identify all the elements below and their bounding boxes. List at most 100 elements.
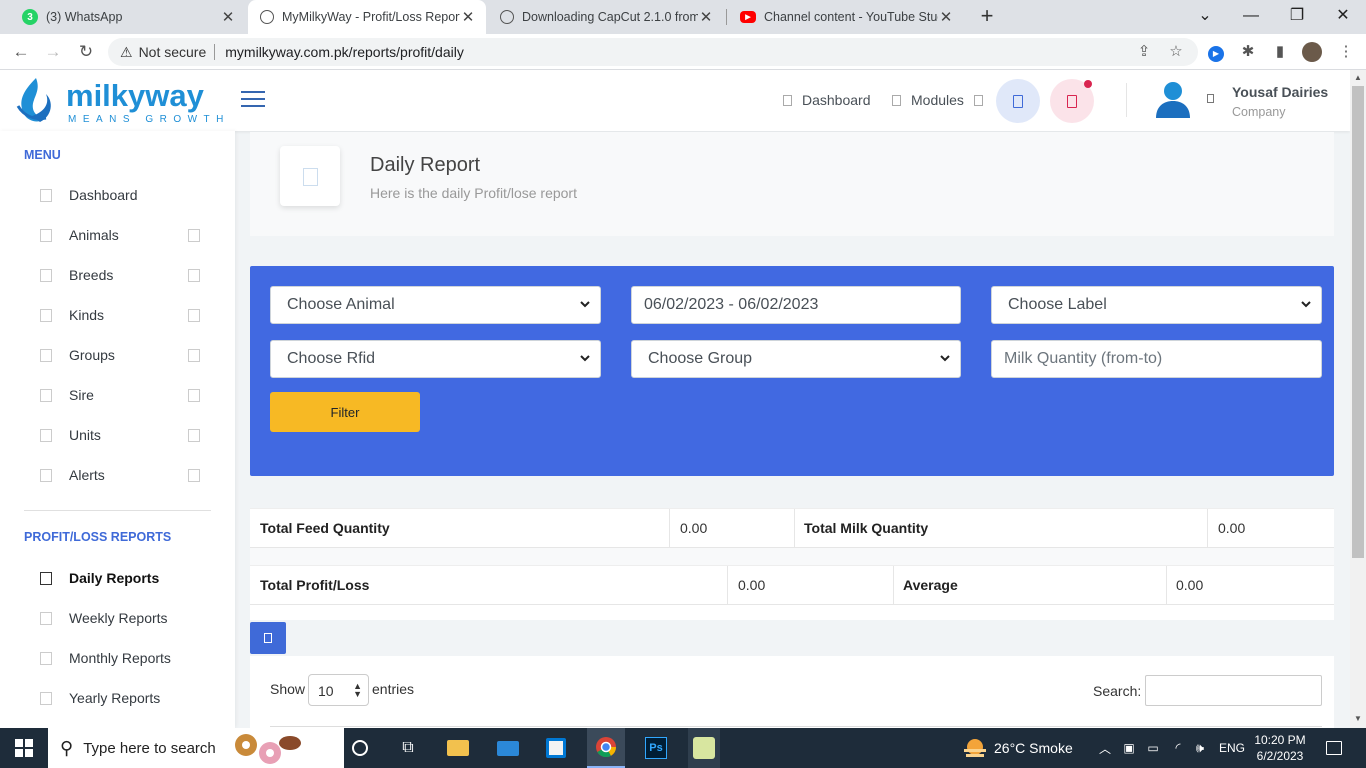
browser-menu-icon[interactable]: ⋮ xyxy=(1336,42,1356,62)
milk-quantity-input[interactable]: Milk Quantity (from-to) xyxy=(991,340,1322,378)
weather-text[interactable]: 26°C Smoke xyxy=(994,740,1073,756)
page-title: Daily Report xyxy=(370,154,481,176)
entries-select[interactable]: 10 ▲ ▼ xyxy=(308,674,369,706)
security-label[interactable]: Not secure xyxy=(139,44,207,60)
scroll-down-icon[interactable]: ▼ xyxy=(1350,714,1366,723)
notification-center-icon[interactable] xyxy=(1320,728,1348,768)
share-icon[interactable]: ⇪ xyxy=(1134,42,1154,62)
side-panel-icon[interactable]: ▮ xyxy=(1270,42,1290,62)
profile-avatar[interactable] xyxy=(1302,42,1322,62)
bookmark-star-icon[interactable]: ☆ xyxy=(1166,42,1186,62)
sidebar-item-dashboard[interactable]: Dashboard xyxy=(0,177,235,213)
globe-icon xyxy=(260,10,274,24)
chrome-icon[interactable] xyxy=(587,728,625,768)
milkyway-logo[interactable]: milkyway MEANS GROWTH xyxy=(14,76,229,128)
table-toggle-button[interactable] xyxy=(250,622,286,654)
sidebar-item-animals[interactable]: Animals xyxy=(0,217,235,253)
address-bar[interactable]: ⚠ Not secure mymilkyway.com.pk/reports/p… xyxy=(108,38,1198,66)
kinds-icon xyxy=(40,309,52,322)
tab-search-chevron-icon[interactable]: ⌄ xyxy=(1182,0,1228,34)
choose-rfid-select[interactable]: Choose Rfid xyxy=(270,340,601,378)
sidebar-item-label: Dashboard xyxy=(69,187,138,203)
close-icon[interactable]: ✕ xyxy=(460,8,476,26)
close-icon[interactable]: ✕ xyxy=(220,8,236,26)
tray-chevron-up-icon[interactable]: ︿ xyxy=(1096,728,1114,768)
user-avatar-icon[interactable] xyxy=(1155,80,1191,120)
volume-icon[interactable]: 🕪 xyxy=(1190,728,1210,768)
dashboard-icon xyxy=(783,94,792,106)
hamburger-menu-icon[interactable] xyxy=(241,91,265,107)
stats-row: Total Profit/Loss 0.00 Average 0.00 xyxy=(250,565,1334,605)
browser-tab-capcut[interactable]: Downloading CapCut 2.1.0 from ✕ xyxy=(488,0,724,34)
header-nav-modules[interactable]: Modules xyxy=(892,92,983,108)
store-icon[interactable] xyxy=(540,728,572,768)
sidebar-item-monthly-reports[interactable]: Monthly Reports xyxy=(0,640,235,676)
choose-animal-select[interactable]: Choose Animal xyxy=(270,286,601,324)
date-range-input[interactable]: 06/02/2023 - 06/02/2023 xyxy=(631,286,961,324)
scroll-up-icon[interactable]: ▲ xyxy=(1350,73,1366,82)
extensions-puzzle-icon[interactable]: ✱ xyxy=(1238,42,1258,62)
header-grid-button[interactable] xyxy=(996,79,1040,123)
window-close-icon[interactable]: ✕ xyxy=(1320,0,1366,34)
sidebar-item-breeds[interactable]: Breeds xyxy=(0,257,235,293)
windows-start-icon[interactable] xyxy=(0,728,48,768)
menu-heading: MENU xyxy=(24,148,61,162)
restore-icon[interactable]: ❐ xyxy=(1274,0,1320,34)
taskbar-search-box[interactable]: ⚲ Type here to search xyxy=(48,728,344,768)
sidebar-item-yearly-reports[interactable]: Yearly Reports xyxy=(0,680,235,716)
sidebar-item-units[interactable]: Units xyxy=(0,417,235,453)
dashboard-icon xyxy=(40,189,52,202)
user-name[interactable]: Yousaf Dairies xyxy=(1232,84,1328,100)
sidebar-item-groups[interactable]: Groups xyxy=(0,337,235,373)
close-icon[interactable]: ✕ xyxy=(698,8,714,26)
battery-icon[interactable]: ▭ xyxy=(1143,728,1163,768)
taskbar-search-placeholder: Type here to search xyxy=(83,739,216,757)
sidebar-item-weekly-reports[interactable]: Weekly Reports xyxy=(0,600,235,636)
photoshop-icon[interactable]: Ps xyxy=(640,728,672,768)
cortana-icon[interactable] xyxy=(344,728,376,768)
choose-group-select[interactable]: Choose Group xyxy=(631,340,961,378)
warning-icon[interactable]: ⚠ xyxy=(120,44,133,61)
language-indicator[interactable]: ENG xyxy=(1219,741,1245,755)
sidebar-item-label: Yearly Reports xyxy=(69,690,161,706)
minimize-icon[interactable]: — xyxy=(1228,0,1274,34)
sidebar-item-kinds[interactable]: Kinds xyxy=(0,297,235,333)
web-page: milkyway MEANS GROWTH Dashboard Modules xyxy=(0,70,1366,728)
entries-value: 10 xyxy=(318,683,334,699)
filter-panel: Choose Animal 06/02/2023 - 06/02/2023 Ch… xyxy=(250,266,1334,476)
browser-tab-milkyway[interactable]: MyMilkyWay - Profit/Loss Report ✕ xyxy=(248,0,486,34)
browser-tab-youtube[interactable]: ▶ Channel content - YouTube Studi ✕ xyxy=(728,0,964,34)
sidebar-item-label: Daily Reports xyxy=(69,570,160,586)
wifi-icon[interactable]: ◜ xyxy=(1168,728,1188,768)
reload-icon[interactable]: ↻ xyxy=(74,40,98,64)
extension-play-icon[interactable]: ▶ xyxy=(1206,42,1226,62)
table-search-input[interactable] xyxy=(1145,675,1322,706)
user-dropdown-icon[interactable] xyxy=(1207,94,1214,103)
url-text[interactable]: mymilkyway.com.pk/reports/profit/daily xyxy=(225,44,464,60)
browser-tab-whatsapp[interactable]: 3 (3) WhatsApp ✕ xyxy=(10,0,246,34)
back-arrow-icon[interactable]: ← xyxy=(9,40,33,64)
sidebar-item-daily-reports[interactable]: Daily Reports xyxy=(0,560,235,596)
logo-wordmark: milkyway xyxy=(66,78,205,113)
app-pinned-icon[interactable] xyxy=(688,728,720,768)
sidebar-item-label: Animals xyxy=(69,227,119,243)
mail-icon[interactable] xyxy=(492,728,524,768)
sidebar-item-alerts[interactable]: Alerts xyxy=(0,457,235,493)
forward-arrow-icon[interactable]: → xyxy=(41,40,65,64)
taskbar-clock[interactable]: 10:20 PM 6/2/2023 xyxy=(1254,732,1306,764)
file-explorer-icon[interactable] xyxy=(442,728,474,768)
task-view-icon[interactable]: ⧉ xyxy=(392,728,424,768)
weather-icon[interactable] xyxy=(960,728,990,768)
new-tab-button[interactable]: + xyxy=(976,5,998,27)
scrollbar-thumb[interactable] xyxy=(1352,86,1364,558)
close-icon[interactable]: ✕ xyxy=(938,8,954,26)
page-scrollbar[interactable]: ▲ ▼ xyxy=(1350,70,1366,728)
tray-device-icon[interactable]: ▣ xyxy=(1120,728,1138,768)
choose-label-select[interactable]: Choose Label xyxy=(991,286,1322,324)
expand-icon xyxy=(188,389,200,402)
header-nav-dashboard[interactable]: Dashboard xyxy=(783,92,871,108)
sidebar-item-label: Units xyxy=(69,427,101,443)
sidebar-item-sire[interactable]: Sire xyxy=(0,377,235,413)
chevron-down-icon xyxy=(580,301,590,308)
filter-button[interactable]: Filter xyxy=(270,392,420,432)
